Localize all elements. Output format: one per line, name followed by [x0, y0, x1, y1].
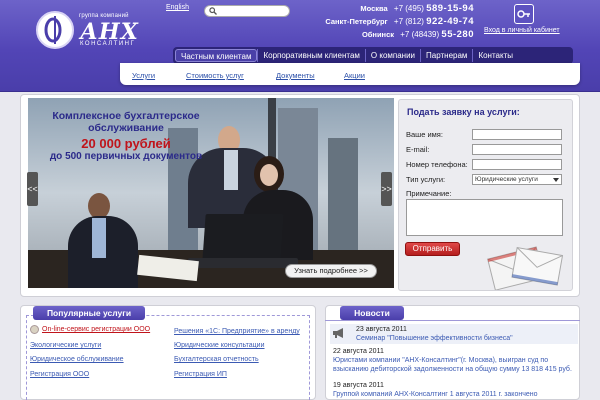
chevron-down-icon[interactable] [553, 178, 559, 182]
popular-services-title: Популярные услуги [33, 306, 145, 320]
nav-item-corporate[interactable]: Корпоративным клиентам [257, 49, 364, 62]
login-link[interactable]: Вход в личный кабинет [484, 27, 560, 34]
phone-number: 922-49-74 [426, 16, 474, 27]
service-link[interactable]: Экологические услуги [30, 342, 101, 349]
logo-subtitle: КОНСАЛТИНГ [80, 41, 136, 47]
subnav-item-documents[interactable]: Документы [276, 71, 315, 80]
subnav-item-prices[interactable]: Стоимость услуг [186, 71, 244, 80]
learn-more-button[interactable]: Узнать подробнее >> [285, 264, 377, 278]
phone-code: +7 (48439) [400, 30, 440, 39]
service-link[interactable]: Регистрация ИП [174, 371, 227, 378]
note-textarea[interactable] [406, 199, 563, 236]
phone-list: Москва +7 (495) 589-15-94 Санкт-Петербур… [296, 3, 474, 42]
phone-label: Номер телефона: [406, 160, 468, 169]
news-date: 19 августа 2011 [333, 382, 384, 389]
submit-button[interactable]: Отправить [405, 242, 460, 256]
key-icon[interactable] [514, 4, 534, 24]
envelope-icon [486, 238, 568, 292]
online-service-icon [30, 325, 39, 334]
phone-city: Москва [360, 4, 388, 13]
email-label: E-mail: [406, 145, 430, 154]
phone-field[interactable] [472, 159, 562, 170]
news-title: Новости [340, 306, 404, 320]
service-select-value: Юридические услуги [475, 176, 538, 183]
phone-number: 55-280 [441, 29, 474, 40]
nav-item-private[interactable]: Частным клиентам [175, 49, 258, 62]
phone-city: Обнинск [361, 30, 395, 39]
news-date: 23 августа 2011 [356, 326, 407, 333]
nav-item-partners[interactable]: Партнерам [420, 49, 472, 62]
subnav-item-offers[interactable]: Акции [344, 71, 365, 80]
phone-city: Санкт-Петербург [325, 17, 388, 26]
search-input[interactable] [219, 7, 287, 16]
service-link[interactable]: Юридическое обслуживание [30, 356, 124, 363]
name-label: Ваше имя: [406, 130, 443, 139]
megaphone-icon [332, 327, 346, 339]
phone-number: 589-15-94 [426, 3, 474, 14]
service-select[interactable]: Юридические услуги [472, 174, 562, 185]
note-label: Примечание: [406, 189, 452, 198]
search-box[interactable] [204, 5, 290, 17]
service-label: Тип услуги: [406, 175, 446, 184]
banner-next-button[interactable]: >> [381, 172, 392, 206]
news-date: 22 августа 2011 [333, 348, 384, 355]
form-title: Подать заявку на услуги: [407, 107, 520, 117]
language-link[interactable]: English [166, 4, 189, 11]
promo-price: 20 000 рублей [81, 136, 171, 151]
main-nav: Частным клиентам Корпоративным клиентам … [173, 47, 573, 64]
email-field[interactable] [472, 144, 562, 155]
search-icon[interactable] [209, 7, 217, 15]
promo-subtitle: до 500 первичных документов [49, 151, 203, 162]
news-link[interactable]: Семинар "Повышение эффективности бизнеса… [356, 335, 576, 344]
news-link[interactable]: Юристами компании "АНХ-Консалтинг"(г. Мо… [333, 357, 573, 374]
phone-spb: Санкт-Петербург +7 (812) 922-49-74 [296, 16, 474, 29]
phone-code: +7 (495) [393, 4, 424, 13]
service-link[interactable]: Решения «1С: Предприятие» в аренду [174, 328, 300, 335]
service-link[interactable]: Регистрация ООО [30, 371, 89, 378]
nav-item-contacts[interactable]: Контакты [472, 49, 518, 62]
phone-moscow: Москва +7 (495) 589-15-94 [296, 3, 474, 16]
phone-code: +7 (812) [393, 17, 424, 26]
banner-prev-button[interactable]: << [27, 172, 38, 206]
subnav-item-services[interactable]: Услуги [132, 71, 155, 80]
promo-title: Комплексное бухгалтерское обслуживание [52, 110, 200, 134]
nav-item-about[interactable]: О компании [364, 49, 420, 62]
service-link[interactable]: Юридические консультации [174, 342, 265, 349]
phone-obninsk: Обнинск +7 (48439) 55-280 [296, 29, 474, 42]
company-logo-icon[interactable] [36, 11, 74, 49]
sub-nav: Услуги Стоимость услуг Документы Акции [120, 63, 580, 85]
service-link[interactable]: On-line-сервис регистрации ООО [42, 326, 150, 333]
news-divider [325, 320, 580, 321]
service-link[interactable]: Бухгалтерская отчетность [174, 356, 259, 363]
name-field[interactable] [472, 129, 562, 140]
news-link[interactable]: Группой компаний АНХ-Консалтинг 1 август… [333, 391, 595, 400]
